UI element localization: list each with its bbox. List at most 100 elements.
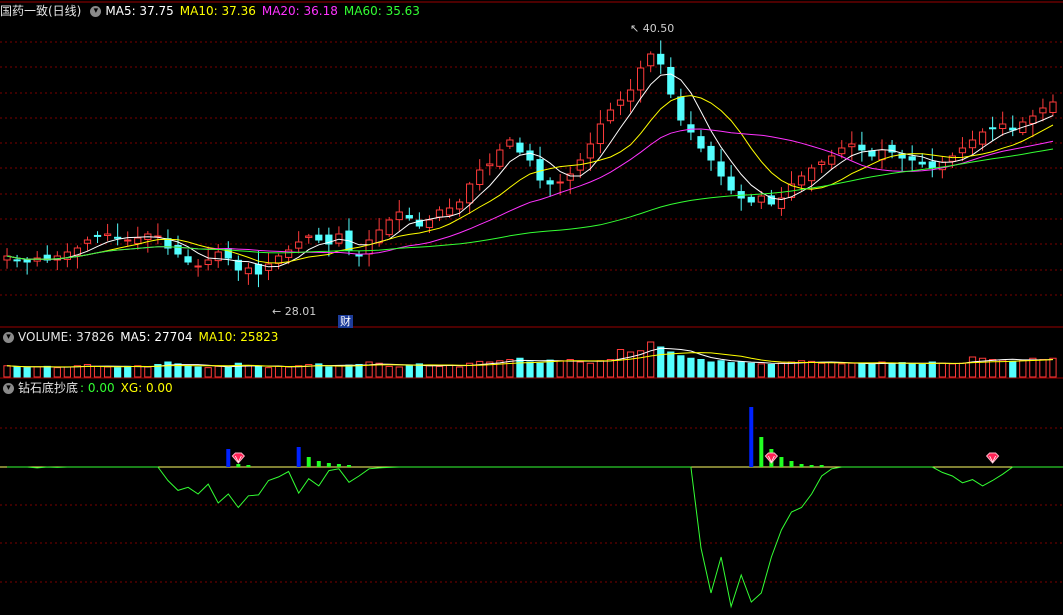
volume-bar-down <box>858 363 866 378</box>
stock-title[interactable]: 国药一致(日线) <box>0 4 81 18</box>
volume-ma5: MA5: 27704 <box>120 330 193 344</box>
candle-up <box>204 259 212 266</box>
ma20-value: MA20: 36.18 <box>261 4 338 18</box>
volume-bar-up <box>1019 359 1027 378</box>
signal-bar <box>779 457 784 467</box>
candle-up <box>83 239 92 244</box>
low-price-value: 28.01 <box>284 305 317 318</box>
volume-bar-down <box>13 366 21 378</box>
candle-up <box>556 181 564 184</box>
volume-bar-up <box>33 366 41 378</box>
volume-bar-down <box>767 364 775 378</box>
volume-bar-down <box>124 365 132 378</box>
volume-bar-up <box>968 356 977 378</box>
volume-bar-up <box>295 365 303 378</box>
candle-down <box>717 161 725 177</box>
candle-up <box>948 155 957 162</box>
price-header: 国药一致(日线) ▾ MA5: 37.75 MA10: 37.36 MA20: … <box>0 4 426 18</box>
candle-up <box>838 147 846 155</box>
candle-up <box>978 131 987 145</box>
volume-bar-down <box>546 359 554 378</box>
volume-bar-down <box>928 361 936 378</box>
signal-bar <box>789 461 794 467</box>
candle-up <box>968 139 977 149</box>
chevron-down-icon[interactable]: ▾ <box>90 5 102 17</box>
candle-up <box>596 123 605 145</box>
volume-bar-down <box>908 363 916 378</box>
candle-up <box>586 143 594 159</box>
volume-bar-up <box>445 364 454 378</box>
candle-down <box>928 161 936 169</box>
candle-down <box>858 144 866 151</box>
candle-down <box>546 180 554 185</box>
volume-bar-up <box>455 366 464 378</box>
finance-badge[interactable]: 财 <box>338 315 353 328</box>
signal-bar <box>749 407 754 467</box>
candle-up <box>999 123 1007 130</box>
candle-up <box>647 53 655 67</box>
candle-down <box>93 234 102 237</box>
volume-bar-up <box>948 363 957 378</box>
ma60-value: MA60: 35.63 <box>343 4 420 18</box>
xg-value: XG: 0.00 <box>120 381 173 395</box>
candle-up <box>626 89 635 102</box>
volume-bar-down <box>325 366 333 378</box>
candle-up <box>476 169 484 185</box>
volume-bar-up <box>1039 359 1047 378</box>
volume-bar-up <box>938 362 946 378</box>
volume-bar-up <box>787 361 796 378</box>
high-price-value: 40.50 <box>642 22 675 35</box>
signal-bar <box>316 461 321 467</box>
chevron-down-icon[interactable]: ▾ <box>3 331 14 343</box>
candle-up <box>375 229 383 244</box>
volume-bar-up <box>757 363 765 378</box>
volume-bar-up <box>144 366 152 378</box>
volume-bar-up <box>626 351 635 378</box>
candle-down <box>114 236 122 239</box>
volume-bar-up <box>103 366 112 378</box>
volume-bar-down <box>667 351 675 378</box>
candle-down <box>667 66 675 95</box>
volume-bar-down <box>224 366 232 378</box>
indicator-name[interactable]: 钻石底抄底 <box>18 381 78 395</box>
candle-up <box>807 167 816 182</box>
candle-up <box>124 239 132 242</box>
volume-bar-down <box>868 364 876 378</box>
candle-down <box>254 263 263 275</box>
volume-bar-up <box>999 359 1007 378</box>
volume-bar-up <box>606 359 615 378</box>
signal-bar <box>296 447 301 467</box>
chart-stage[interactable] <box>0 0 1063 615</box>
candle-down <box>697 136 705 149</box>
high-price-label: ↖ 40.50 <box>630 22 675 35</box>
chevron-down-icon[interactable]: ▾ <box>3 382 14 394</box>
candle-up <box>1039 107 1047 114</box>
volume-bar-up <box>777 362 786 378</box>
candle-up <box>828 155 836 165</box>
volume-bar-up <box>616 349 625 378</box>
signal-bar <box>336 464 341 467</box>
candle-up <box>606 109 615 122</box>
volume-bar-up <box>838 363 846 378</box>
candle-up <box>496 149 504 167</box>
candle-up <box>637 67 645 91</box>
candle-up <box>425 219 434 228</box>
volume-ma10: MA10: 25823 <box>198 330 279 344</box>
signal-bar <box>759 437 764 467</box>
signal-bar <box>346 465 351 467</box>
volume-bar-up <box>576 361 584 378</box>
indicator-value: : 0.00 <box>80 381 115 395</box>
volume-bar-up <box>425 365 434 378</box>
volume-header: ▾ VOLUME: 37826 MA5: 27704 MA10: 25823 <box>0 330 284 344</box>
volume-bar-up <box>73 365 82 378</box>
candle-down <box>13 259 21 262</box>
candle-down <box>727 176 735 191</box>
volume-bar-down <box>717 360 725 378</box>
signal-bar <box>326 463 331 467</box>
candle-up <box>466 183 474 204</box>
volume-bar-up <box>214 365 222 378</box>
candle-down <box>234 259 242 271</box>
volume-bar-down <box>707 361 715 378</box>
volume-bar-up <box>274 365 283 378</box>
candle-up <box>1029 115 1037 124</box>
